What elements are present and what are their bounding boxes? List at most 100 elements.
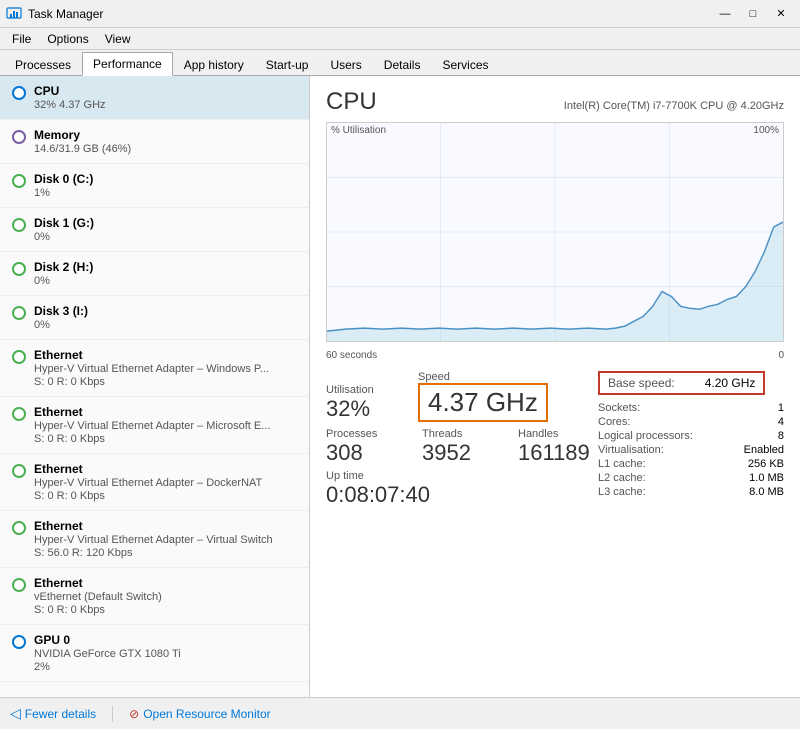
tab-services[interactable]: Services bbox=[431, 53, 499, 76]
disk1-stats: 0% bbox=[34, 231, 297, 243]
eth1-desc: Hyper-V Virtual Ethernet Adapter – Windo… bbox=[34, 363, 297, 375]
sidebar-item-cpu[interactable]: CPU 32% 4.37 GHz bbox=[0, 76, 309, 120]
sidebar-item-eth5[interactable]: Ethernet vEthernet (Default Switch) S: 0… bbox=[0, 568, 309, 625]
eth1-icon bbox=[12, 350, 26, 364]
tab-processes[interactable]: Processes bbox=[4, 53, 82, 76]
open-resource-monitor-button[interactable]: ⊘ Open Resource Monitor bbox=[129, 707, 270, 721]
cpu-text: CPU 32% 4.37 GHz bbox=[34, 84, 297, 111]
tab-users[interactable]: Users bbox=[319, 53, 372, 76]
fewer-details-button[interactable]: ◁ Fewer details bbox=[10, 705, 96, 722]
chart-time-right: 0 bbox=[778, 350, 784, 361]
disk2-title: Disk 2 (H:) bbox=[34, 260, 297, 274]
chart-right-label: 100% bbox=[753, 125, 779, 136]
stats-section: Utilisation 32% Speed 4.37 GHz Processes bbox=[326, 371, 784, 508]
l3cache-key: L3 cache: bbox=[598, 486, 646, 498]
disk2-stats: 0% bbox=[34, 275, 297, 287]
tab-details[interactable]: Details bbox=[373, 53, 432, 76]
sockets-val: 1 bbox=[778, 402, 784, 414]
l3cache-row: L3 cache: 8.0 MB bbox=[598, 485, 784, 499]
chart-footer: 60 seconds 0 bbox=[326, 350, 784, 361]
eth5-icon bbox=[12, 578, 26, 592]
eth3-text: Ethernet Hyper-V Virtual Ethernet Adapte… bbox=[34, 462, 297, 502]
eth1-title: Ethernet bbox=[34, 348, 297, 362]
cpu-stats: 32% 4.37 GHz bbox=[34, 99, 297, 111]
speed-label: Speed bbox=[418, 371, 548, 383]
gpu0-text: GPU 0 NVIDIA GeForce GTX 1080 Ti 2% bbox=[34, 633, 297, 673]
handles-value: 161189 bbox=[518, 440, 598, 466]
sockets-row: Sockets: 1 bbox=[598, 401, 784, 415]
tab-performance[interactable]: Performance bbox=[82, 52, 173, 76]
cpu-chart: % Utilisation 100% bbox=[326, 122, 784, 342]
minimize-button[interactable]: — bbox=[712, 4, 738, 24]
cpu-chart-svg bbox=[327, 123, 783, 341]
sidebar-item-disk2[interactable]: Disk 2 (H:) 0% bbox=[0, 252, 309, 296]
eth2-icon bbox=[12, 407, 26, 421]
window-controls: — □ ✕ bbox=[712, 4, 794, 24]
cpu-title: CPU bbox=[34, 84, 297, 98]
fewer-details-icon: ◁ bbox=[10, 705, 21, 722]
close-button[interactable]: ✕ bbox=[768, 4, 794, 24]
threads-block: Threads 3952 bbox=[422, 428, 502, 466]
memory-stats: 14.6/31.9 GB (46%) bbox=[34, 143, 297, 155]
eth5-text: Ethernet vEthernet (Default Switch) S: 0… bbox=[34, 576, 297, 616]
disk3-title: Disk 3 (I:) bbox=[34, 304, 297, 318]
eth4-title: Ethernet bbox=[34, 519, 297, 533]
logical-processors-key: Logical processors: bbox=[598, 430, 693, 442]
disk1-text: Disk 1 (G:) 0% bbox=[34, 216, 297, 243]
uptime-section: Up time 0:08:07:40 bbox=[326, 470, 598, 508]
gpu0-stats: 2% bbox=[34, 661, 297, 673]
sidebar-item-eth2[interactable]: Ethernet Hyper-V Virtual Ethernet Adapte… bbox=[0, 397, 309, 454]
base-speed-box: Base speed: 4.20 GHz bbox=[598, 371, 765, 395]
open-resource-monitor-label: Open Resource Monitor bbox=[143, 707, 270, 721]
eth4-icon bbox=[12, 521, 26, 535]
tab-app-history[interactable]: App history bbox=[173, 53, 255, 76]
eth3-desc: Hyper-V Virtual Ethernet Adapter – Docke… bbox=[34, 477, 297, 489]
menu-options[interactable]: Options bbox=[39, 30, 96, 48]
utilisation-label: Utilisation bbox=[326, 384, 406, 396]
disk2-icon bbox=[12, 262, 26, 276]
disk0-title: Disk 0 (C:) bbox=[34, 172, 297, 186]
sidebar-item-eth3[interactable]: Ethernet Hyper-V Virtual Ethernet Adapte… bbox=[0, 454, 309, 511]
virtualisation-key: Virtualisation: bbox=[598, 444, 664, 456]
bottom-bar: ◁ Fewer details ⊘ Open Resource Monitor bbox=[0, 697, 800, 729]
sidebar-item-disk1[interactable]: Disk 1 (G:) 0% bbox=[0, 208, 309, 252]
sidebar-item-gpu0[interactable]: GPU 0 NVIDIA GeForce GTX 1080 Ti 2% bbox=[0, 625, 309, 682]
base-speed-key: Base speed: bbox=[608, 376, 675, 390]
memory-text: Memory 14.6/31.9 GB (46%) bbox=[34, 128, 297, 155]
tab-bar: Processes Performance App history Start-… bbox=[0, 50, 800, 76]
uptime-label: Up time bbox=[326, 470, 598, 482]
eth4-desc: Hyper-V Virtual Ethernet Adapter – Virtu… bbox=[34, 534, 297, 546]
sidebar-item-disk0[interactable]: Disk 0 (C:) 1% bbox=[0, 164, 309, 208]
left-stats: Utilisation 32% Speed 4.37 GHz Processes bbox=[326, 371, 598, 508]
menu-file[interactable]: File bbox=[4, 30, 39, 48]
eth5-stats: S: 0 R: 0 Kbps bbox=[34, 604, 297, 616]
eth3-stats: S: 0 R: 0 Kbps bbox=[34, 490, 297, 502]
disk2-text: Disk 2 (H:) 0% bbox=[34, 260, 297, 287]
memory-icon bbox=[12, 130, 26, 144]
gpu0-title: GPU 0 bbox=[34, 633, 297, 647]
handles-label: Handles bbox=[518, 428, 598, 440]
sockets-key: Sockets: bbox=[598, 402, 640, 414]
bottom-divider bbox=[112, 706, 113, 722]
sidebar-item-disk3[interactable]: Disk 3 (I:) 0% bbox=[0, 296, 309, 340]
utilisation-block: Utilisation 32% bbox=[326, 384, 406, 422]
menu-view[interactable]: View bbox=[97, 30, 139, 48]
tab-startup[interactable]: Start-up bbox=[255, 53, 320, 76]
eth2-title: Ethernet bbox=[34, 405, 297, 419]
l3cache-val: 8.0 MB bbox=[749, 486, 784, 498]
sidebar-item-memory[interactable]: Memory 14.6/31.9 GB (46%) bbox=[0, 120, 309, 164]
sidebar-item-eth1[interactable]: Ethernet Hyper-V Virtual Ethernet Adapte… bbox=[0, 340, 309, 397]
speed-box: 4.37 GHz bbox=[418, 383, 548, 422]
utilisation-value: 32% bbox=[326, 396, 406, 422]
menu-bar: File Options View bbox=[0, 28, 800, 50]
disk0-stats: 1% bbox=[34, 187, 297, 199]
cpu-model: Intel(R) Core(TM) i7-7700K CPU @ 4.20GHz bbox=[564, 100, 784, 112]
eth4-stats: S: 56.0 R: 120 Kbps bbox=[34, 547, 297, 559]
maximize-button[interactable]: □ bbox=[740, 4, 766, 24]
memory-title: Memory bbox=[34, 128, 297, 142]
processes-label: Processes bbox=[326, 428, 406, 440]
sidebar-item-eth4[interactable]: Ethernet Hyper-V Virtual Ethernet Adapte… bbox=[0, 511, 309, 568]
disk3-stats: 0% bbox=[34, 319, 297, 331]
main-content: CPU 32% 4.37 GHz Memory 14.6/31.9 GB (46… bbox=[0, 76, 800, 697]
speed-block: Speed 4.37 GHz bbox=[418, 371, 548, 422]
